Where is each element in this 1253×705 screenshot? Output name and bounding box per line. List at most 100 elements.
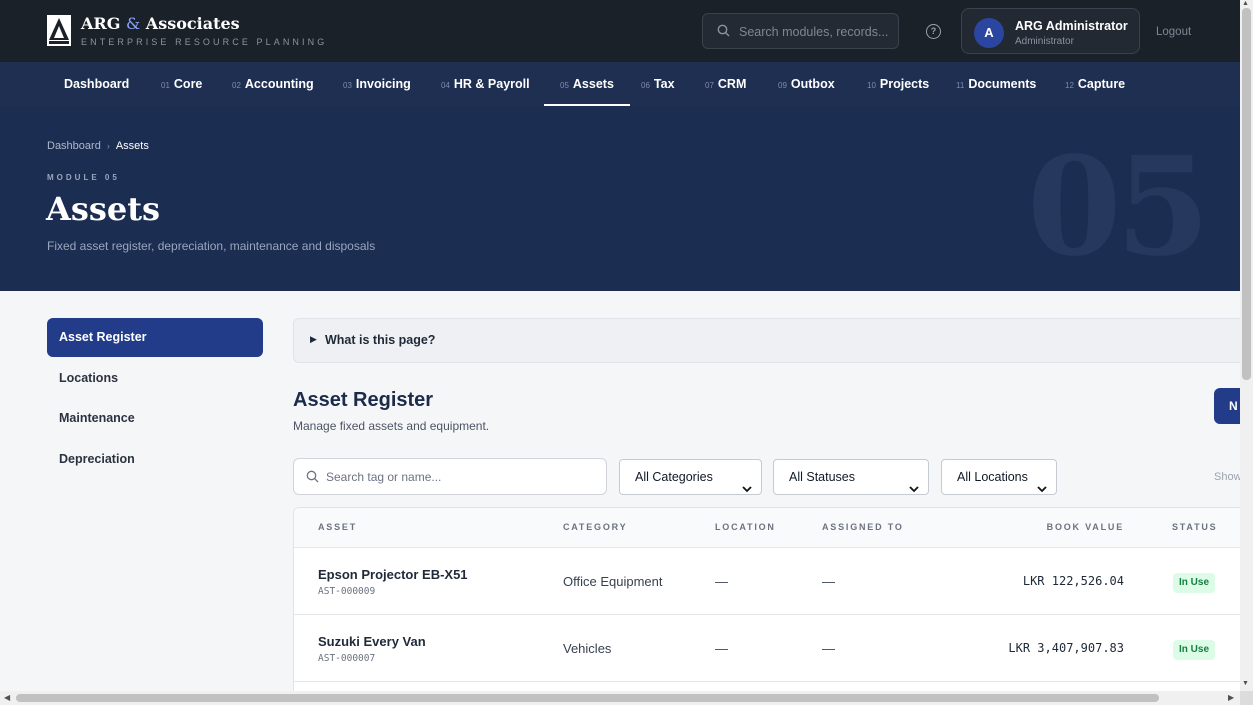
nav-item-outbox[interactable]: 09 Outbox: [778, 62, 835, 106]
nav-label: CRM: [717, 77, 747, 91]
help-icon[interactable]: ?: [926, 24, 941, 39]
nav-item-documents[interactable]: 11 Documents: [956, 62, 1036, 106]
top-bar: ARG & Associates ENTERPRISE RESOURCE PLA…: [0, 0, 1240, 62]
column-header-category[interactable]: CATEGORY: [563, 522, 627, 532]
status-filter-value: All Statuses: [789, 470, 856, 484]
table-header: ASSET CATEGORY LOCATION ASSIGNED TO BOOK…: [294, 508, 1240, 548]
new-asset-button[interactable]: N: [1214, 388, 1240, 424]
nav-item-dashboard[interactable]: Dashboard: [64, 62, 129, 106]
brand-name-part: ARG: [81, 14, 121, 33]
column-header-location[interactable]: LOCATION: [715, 522, 776, 532]
breadcrumb-current: Assets: [115, 140, 149, 152]
logout-link[interactable]: Logout: [1156, 26, 1191, 38]
nav-number: 04: [441, 81, 450, 90]
scrollbar-thumb[interactable]: [16, 694, 1159, 702]
asset-book-value: LKR 122,526.04: [1022, 574, 1124, 588]
nav-number: 06: [641, 81, 650, 90]
table-row[interactable]: Epson Projector EB-X51 AST-000009 Office…: [294, 548, 1240, 615]
page-title: Assets: [46, 190, 161, 228]
table-row[interactable]: Suzuki Every Van AST-000007 Vehicles — —…: [294, 615, 1240, 682]
asset-name[interactable]: Suzuki Every Van: [318, 634, 426, 649]
category-filter-select[interactable]: All Categories: [619, 459, 762, 495]
brand-ampersand: &: [125, 14, 141, 33]
nav-item-assets[interactable]: 05 Assets: [544, 62, 630, 106]
main-content: Asset Register Locations Maintenance Dep…: [0, 291, 1240, 691]
user-name: ARG Administrator: [1015, 19, 1128, 33]
nav-number: 10: [867, 81, 876, 90]
page-description: Fixed asset register, depreciation, main…: [47, 239, 376, 253]
column-header-book-value[interactable]: BOOK VALUE: [1047, 522, 1124, 532]
nav-number: 03: [343, 81, 352, 90]
nav-item-core[interactable]: 01 Core: [161, 62, 202, 106]
scroll-left-icon[interactable]: ◀: [4, 693, 10, 702]
chevron-down-icon: [1037, 472, 1047, 507]
nav-number: 02: [232, 81, 241, 90]
asset-tag: AST-000009: [318, 586, 376, 597]
section-subtitle: Manage fixed assets and equipment.: [293, 419, 490, 433]
asset-name[interactable]: Epson Projector EB-X51: [318, 567, 468, 582]
search-icon: [306, 470, 319, 488]
nav-item-invoicing[interactable]: 03 Invoicing: [343, 62, 411, 106]
nav-number: 05: [560, 81, 569, 90]
nav-label: Documents: [968, 77, 1037, 91]
sidebar-item-maintenance[interactable]: Maintenance: [47, 399, 263, 438]
nav-item-hr-payroll[interactable]: 04 HR & Payroll: [441, 62, 530, 106]
chevron-down-icon: [909, 472, 919, 507]
nav-label: Accounting: [244, 77, 314, 91]
chevron-right-icon: ›: [106, 141, 110, 151]
sidebar-item-asset-register[interactable]: Asset Register: [47, 318, 263, 357]
column-header-status[interactable]: STATUS: [1172, 522, 1217, 532]
sidebar-item-depreciation[interactable]: Depreciation: [47, 440, 263, 479]
breadcrumb: Dashboard › Assets: [47, 140, 149, 152]
brand-name: ARG & Associates: [81, 14, 240, 33]
location-filter-value: All Locations: [957, 470, 1028, 484]
scroll-up-icon[interactable]: ▲: [1242, 0, 1249, 7]
nav-item-tax[interactable]: 06 Tax: [641, 62, 675, 106]
asset-location: —: [715, 574, 728, 589]
search-placeholder: Search modules, records...: [739, 25, 889, 39]
column-header-asset[interactable]: ASSET: [318, 522, 357, 532]
global-search-input[interactable]: Search modules, records...: [702, 13, 899, 49]
status-badge: In Use: [1173, 573, 1216, 593]
nav-item-projects[interactable]: 10 Projects: [867, 62, 929, 106]
brand-subtitle: ENTERPRISE RESOURCE PLANNING: [81, 37, 328, 47]
asset-tag: AST-000007: [318, 653, 376, 664]
nav-number: 09: [778, 81, 787, 90]
show-label: Show: [1214, 471, 1240, 483]
horizontal-scrollbar[interactable]: ◀ ▶: [0, 691, 1240, 705]
nav-label: Projects: [879, 77, 930, 91]
scrollbar-corner: [1240, 691, 1253, 705]
chevron-down-icon: [742, 472, 752, 507]
breadcrumb-dashboard[interactable]: Dashboard: [47, 140, 101, 152]
nav-item-accounting[interactable]: 02 Accounting: [232, 62, 314, 106]
nav-item-crm[interactable]: 07 CRM: [705, 62, 746, 106]
asset-search-input[interactable]: Search tag or name...: [293, 458, 607, 495]
scroll-down-icon[interactable]: ▼: [1242, 680, 1249, 687]
nav-label: Core: [173, 77, 203, 91]
module-nav: Dashboard 01 Core 02 Accounting 03 Invoicin…: [0, 62, 1240, 106]
asset-category: Vehicles: [563, 641, 612, 656]
nav-label: Capture: [1077, 77, 1126, 91]
nav-label: HR & Payroll: [453, 77, 530, 91]
location-filter-select[interactable]: All Locations: [941, 459, 1057, 495]
help-disclosure-label: What is this page?: [325, 333, 436, 347]
search-placeholder: Search tag or name...: [326, 470, 442, 484]
scrollbar-thumb[interactable]: [1242, 8, 1251, 380]
sidebar-item-locations[interactable]: Locations: [47, 359, 263, 398]
help-disclosure[interactable]: ▶ What is this page?: [293, 318, 1240, 363]
nav-label: Assets: [572, 77, 614, 91]
column-header-assigned-to[interactable]: ASSIGNED TO: [822, 522, 904, 532]
search-icon: [717, 24, 730, 42]
asset-table: ASSET CATEGORY LOCATION ASSIGNED TO BOOK…: [293, 507, 1240, 691]
nav-number: 07: [705, 81, 714, 90]
nav-number: 01: [161, 81, 170, 90]
user-menu[interactable]: A ARG Administrator Administrator: [961, 8, 1140, 54]
nav-number: 11: [956, 81, 965, 90]
triangle-right-icon: ▶: [310, 334, 317, 344]
scroll-right-icon[interactable]: ▶: [1228, 693, 1234, 702]
nav-number: 12: [1065, 81, 1074, 90]
vertical-scrollbar[interactable]: ▲ ▼: [1240, 0, 1253, 691]
status-filter-select[interactable]: All Statuses: [773, 459, 929, 495]
nav-item-capture[interactable]: 12 Capture: [1065, 62, 1125, 106]
brand-logo[interactable]: [47, 15, 71, 46]
